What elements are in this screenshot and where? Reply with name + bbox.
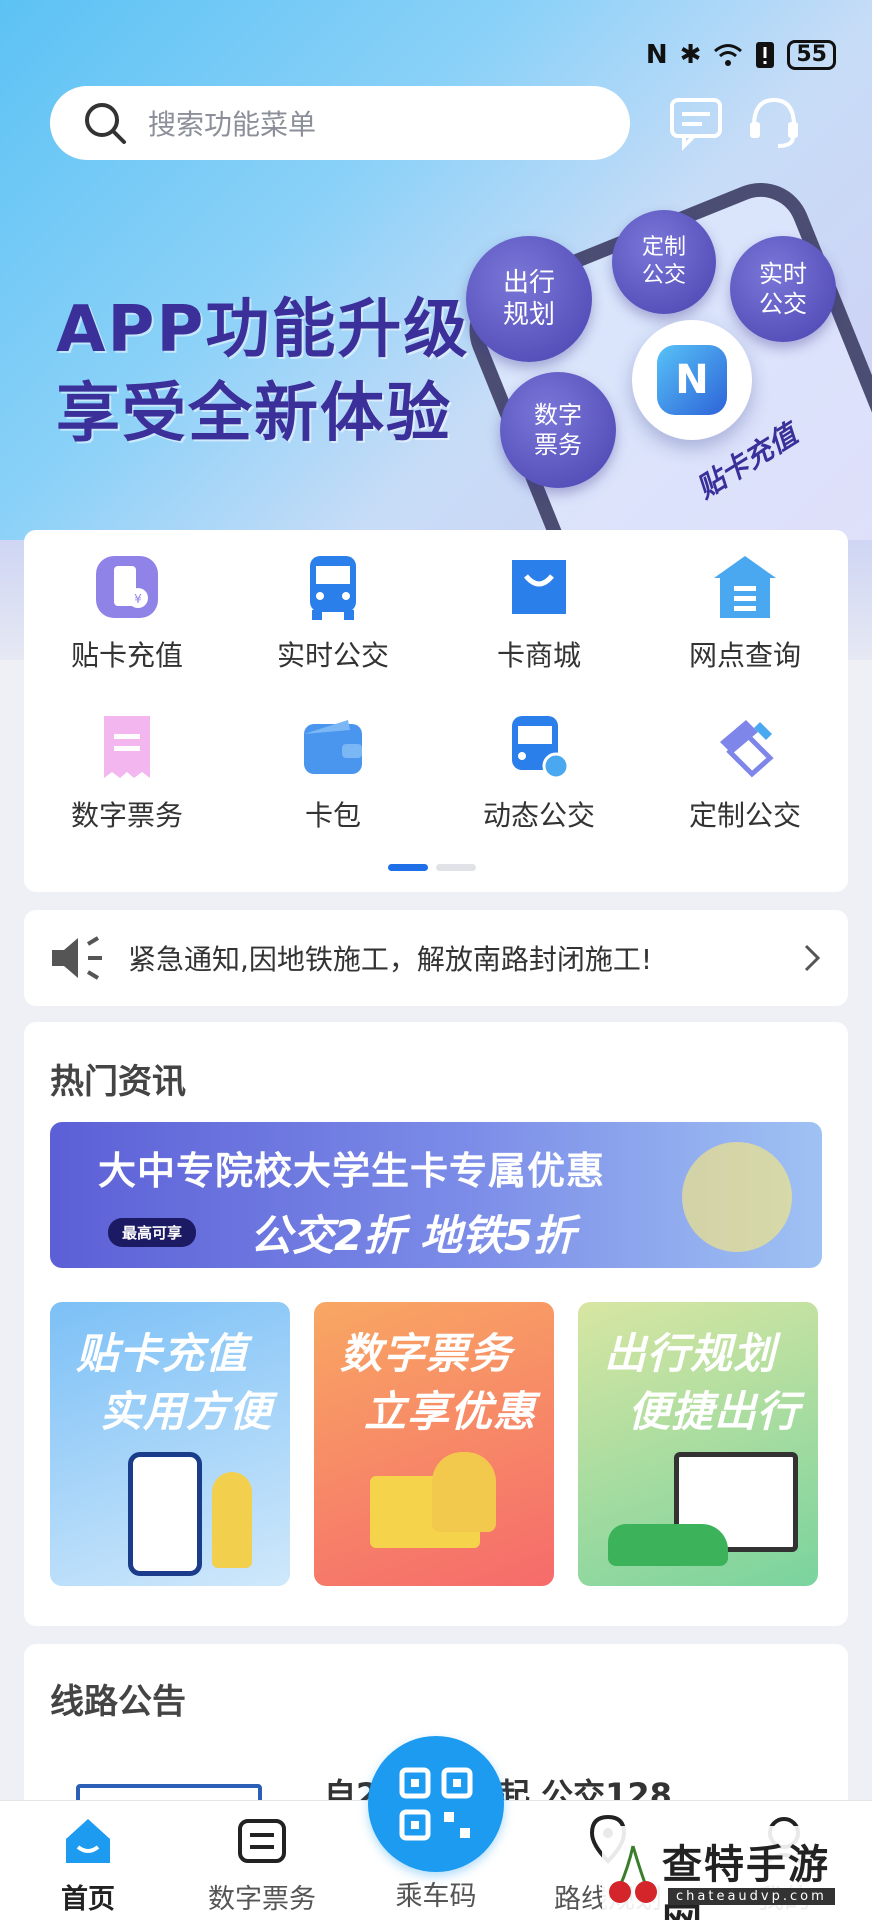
nfc-card-icon: ¥ xyxy=(96,556,158,618)
func-wallet[interactable]: 卡包 xyxy=(230,712,436,834)
func-label: 定制公交 xyxy=(688,799,801,832)
bubble-label: 出行规划 xyxy=(502,268,555,330)
page-dot-active xyxy=(388,864,428,871)
promo-pill: 最高可享 xyxy=(108,1218,197,1247)
search-input[interactable]: 搜索功能菜单 xyxy=(148,103,316,143)
func-digital-ticket[interactable]: 数字票务 xyxy=(24,712,230,834)
func-card-shop[interactable]: 卡商城 xyxy=(436,552,642,674)
bus-icon xyxy=(310,556,356,620)
nfc-status-icon: N xyxy=(645,40,668,70)
nav-home[interactable]: 首页 xyxy=(18,1813,158,1916)
tile-title: 数字票务 xyxy=(340,1329,513,1378)
home-icon xyxy=(66,1819,110,1863)
section-title: 热门资讯 xyxy=(50,1062,186,1102)
tile-subtitle: 便捷出行 xyxy=(628,1387,801,1436)
tile-subtitle: 立享优惠 xyxy=(364,1387,537,1436)
page-dot xyxy=(436,864,476,871)
qr-code-icon xyxy=(399,1767,473,1841)
tile-trip-planning[interactable]: 出行规划 便捷出行 xyxy=(578,1302,818,1586)
headset-icon[interactable] xyxy=(744,92,804,152)
promo-headline: 大中专院校大学生卡专属优惠 xyxy=(98,1149,606,1193)
func-label: 卡包 xyxy=(304,799,361,832)
promo-discount: 公交2折 地铁5折 xyxy=(250,1211,576,1260)
func-label: 实时公交 xyxy=(276,639,389,672)
chevron-right-icon xyxy=(804,944,821,972)
qr-ride-button[interactable] xyxy=(368,1736,504,1872)
bubble-digital-ticket: 数字票务 xyxy=(500,372,616,488)
custom-route-icon xyxy=(720,720,774,778)
svg-text:¥: ¥ xyxy=(134,592,142,606)
battery-indicator: 55 xyxy=(787,40,836,70)
tile-digital-ticket[interactable]: 数字票务 立享优惠 xyxy=(314,1302,554,1586)
banner-title: APP功能升级 享受全新体验 xyxy=(56,288,469,456)
phone-illustration xyxy=(128,1452,202,1576)
banner-title-line1: APP功能升级 xyxy=(56,293,470,367)
func-realtime-bus[interactable]: 实时公交 xyxy=(230,552,436,674)
message-icon[interactable] xyxy=(666,92,726,152)
ticket-nav-icon xyxy=(238,1819,286,1863)
student-card-promo[interactable]: 大中专院校大学生卡专属优惠 最高可享 公交2折 地铁5折 xyxy=(50,1122,822,1268)
notice-bar[interactable]: 紧急通知,因地铁施工，解放南路封闭施工! xyxy=(24,910,848,1006)
func-label: 网点查询 xyxy=(688,639,801,672)
watermark-logo: 查特手游网 chateaudvp.com xyxy=(602,1826,870,1920)
search-icon xyxy=(85,103,126,144)
watermark-text: 查特手游网 xyxy=(662,1842,830,1920)
nfc-badge: N xyxy=(632,320,752,440)
cherry-icon xyxy=(609,1845,657,1903)
wallet-icon xyxy=(304,720,362,774)
bubble-label: 数字票务 xyxy=(534,401,582,459)
person-illustration xyxy=(212,1472,252,1568)
tile-title: 贴卡充值 xyxy=(76,1329,249,1378)
outlet-icon xyxy=(714,556,776,618)
qr-label: 乘车码 xyxy=(395,1881,477,1912)
func-label: 卡商城 xyxy=(496,639,581,672)
bluetooth-icon: ✱ xyxy=(679,40,702,70)
nav-digital-ticket[interactable]: 数字票务 xyxy=(192,1813,332,1916)
person-illustration xyxy=(432,1452,496,1532)
promo-illustration xyxy=(682,1142,792,1252)
search-bar[interactable]: 搜索功能菜单 xyxy=(50,86,630,160)
notice-text: 紧急通知,因地铁施工，解放南路封闭施工! xyxy=(128,943,653,976)
speaker-icon xyxy=(52,936,102,980)
function-grid: ¥ 贴卡充值 实时公交 卡商城 网点查询 数字票务 卡包 动态公交 定制公交 xyxy=(24,530,848,892)
func-label: 动态公交 xyxy=(482,799,595,832)
section-title: 线路公告 xyxy=(50,1682,186,1722)
bubble-custom-bus: 定制公交 xyxy=(612,210,716,314)
banner-title-line2: 享受全新体验 xyxy=(56,377,452,451)
bubble-realtime-bus: 实时公交 xyxy=(730,236,836,342)
car-illustration xyxy=(608,1524,728,1566)
func-dynamic-bus[interactable]: 动态公交 xyxy=(436,712,642,834)
alert-icon xyxy=(756,42,775,68)
func-label: 数字票务 xyxy=(70,799,183,832)
nav-label: 数字票务 xyxy=(208,1884,316,1915)
func-custom-bus[interactable]: 定制公交 xyxy=(642,712,848,834)
func-label: 贴卡充值 xyxy=(70,639,183,672)
ticket-icon xyxy=(104,716,150,778)
dynamic-bus-icon xyxy=(512,716,570,780)
hot-news-section: 热门资讯 大中专院校大学生卡专属优惠 最高可享 公交2折 地铁5折 贴卡充值 实… xyxy=(24,1022,848,1626)
wifi-icon xyxy=(714,44,743,66)
nfc-icon: N xyxy=(657,345,727,415)
nav-label: 首页 xyxy=(61,1884,115,1915)
tile-title: 出行规划 xyxy=(604,1329,777,1378)
page-indicator xyxy=(388,864,476,871)
status-bar: N ✱ 55 xyxy=(646,38,836,72)
bubble-label: 实时公交 xyxy=(759,260,807,318)
watermark-subtext: chateaudvp.com xyxy=(668,1888,835,1905)
shopping-bag-icon xyxy=(512,560,566,614)
tile-nfc-recharge[interactable]: 贴卡充值 实用方便 xyxy=(50,1302,290,1586)
bubble-label: 定制公交 xyxy=(641,235,686,288)
func-nfc-recharge[interactable]: ¥ 贴卡充值 xyxy=(24,552,230,674)
bubble-trip-planning: 出行规划 xyxy=(466,236,592,362)
func-outlet-query[interactable]: 网点查询 xyxy=(642,552,848,674)
tile-subtitle: 实用方便 xyxy=(100,1387,273,1436)
